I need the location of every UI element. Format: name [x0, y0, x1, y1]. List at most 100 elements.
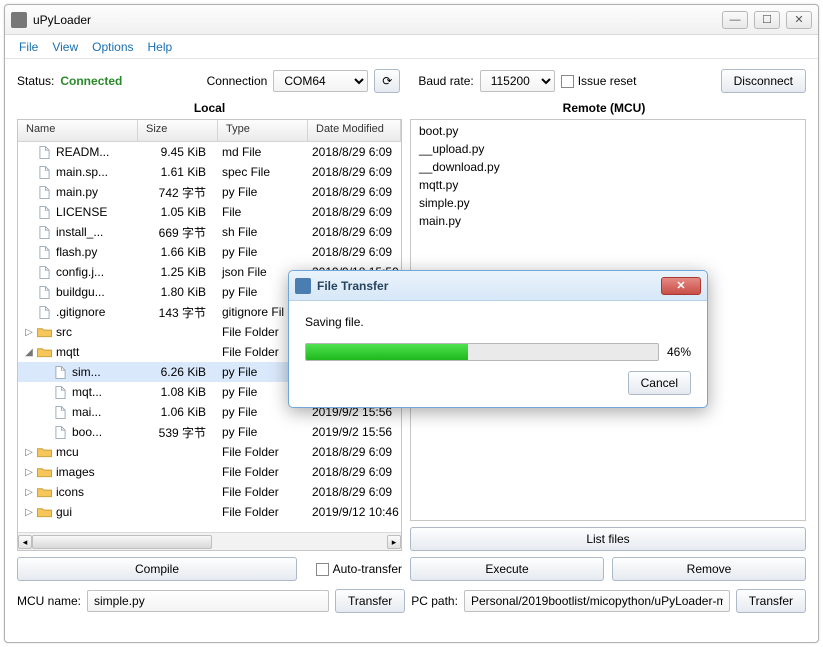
- folder-row[interactable]: ▷iconsFile Folder2018/8/29 6:09: [18, 482, 401, 502]
- expander-icon[interactable]: ▷: [24, 327, 34, 338]
- compile-button[interactable]: Compile: [17, 557, 297, 581]
- file-icon: [52, 385, 68, 399]
- maximize-button[interactable]: ☐: [754, 11, 780, 29]
- col-type[interactable]: Type: [218, 120, 308, 141]
- file-size: 1.06 KiB: [138, 405, 218, 419]
- scroll-left-icon[interactable]: ◂: [18, 535, 32, 549]
- file-type: File Folder: [218, 485, 308, 499]
- remote-file[interactable]: simple.py: [419, 196, 797, 214]
- scroll-thumb[interactable]: [32, 535, 212, 549]
- progress-percent: 46%: [667, 345, 691, 359]
- file-type: File: [218, 205, 308, 219]
- file-size: 742 字节: [138, 184, 218, 201]
- file-date: 2018/8/29 6:09: [308, 465, 401, 479]
- file-name: mai...: [72, 405, 101, 419]
- file-name: gui: [56, 505, 72, 519]
- baud-select[interactable]: 115200: [480, 70, 555, 92]
- col-name[interactable]: Name: [18, 120, 138, 141]
- file-icon: [52, 405, 68, 419]
- folder-row[interactable]: ▷guiFile Folder2019/9/12 10:46: [18, 502, 401, 522]
- menu-help[interactable]: Help: [148, 40, 173, 54]
- expander-icon[interactable]: ◢: [24, 347, 34, 358]
- file-icon: [36, 145, 52, 159]
- bottom-line: MCU name: Transfer PC path: Transfer: [17, 589, 806, 613]
- file-size: 9.45 KiB: [138, 145, 218, 159]
- connection-select[interactable]: COM64: [273, 70, 368, 92]
- pc-path-input[interactable]: [464, 590, 730, 612]
- file-row[interactable]: main.py742 字节py File2018/8/29 6:09: [18, 182, 401, 202]
- expander-icon[interactable]: ▷: [24, 467, 34, 478]
- list-files-button[interactable]: List files: [410, 527, 806, 551]
- file-size: 1.61 KiB: [138, 165, 218, 179]
- file-size: 1.25 KiB: [138, 265, 218, 279]
- file-size: 6.26 KiB: [138, 365, 218, 379]
- refresh-button[interactable]: ⟳: [374, 69, 400, 93]
- remote-file[interactable]: __upload.py: [419, 142, 797, 160]
- file-row[interactable]: boo...539 字节py File2019/9/2 15:56: [18, 422, 401, 442]
- file-icon: [36, 305, 52, 319]
- file-name: sim...: [72, 365, 101, 379]
- folder-row[interactable]: ▷imagesFile Folder2018/8/29 6:09: [18, 462, 401, 482]
- file-date: 2018/8/29 6:09: [308, 185, 401, 199]
- expander-icon[interactable]: ▷: [24, 447, 34, 458]
- cancel-button[interactable]: Cancel: [628, 371, 691, 395]
- file-icon: [52, 365, 68, 379]
- file-row[interactable]: install_...669 字节sh File2018/8/29 6:09: [18, 222, 401, 242]
- dialog-close-button[interactable]: ✕: [661, 277, 701, 295]
- auto-transfer-label: Auto-transfer: [333, 562, 402, 576]
- file-row[interactable]: LICENSE1.05 KiBFile2018/8/29 6:09: [18, 202, 401, 222]
- expander-icon[interactable]: ▷: [24, 487, 34, 498]
- scroll-right-icon[interactable]: ▸: [387, 535, 401, 549]
- file-date: 2018/8/29 6:09: [308, 225, 401, 239]
- file-icon: [36, 265, 52, 279]
- folder-icon: [36, 445, 52, 459]
- dialog-message: Saving file.: [305, 315, 691, 329]
- remote-file[interactable]: mqtt.py: [419, 178, 797, 196]
- file-date: 2018/8/29 6:09: [308, 445, 401, 459]
- file-date: 2019/9/2 15:56: [308, 425, 401, 439]
- file-size: 1.80 KiB: [138, 285, 218, 299]
- file-size: 1.66 KiB: [138, 245, 218, 259]
- disconnect-button[interactable]: Disconnect: [721, 69, 806, 93]
- file-icon: [36, 165, 52, 179]
- col-date[interactable]: Date Modified: [308, 120, 401, 141]
- file-row[interactable]: flash.py1.66 KiBpy File2018/8/29 6:09: [18, 242, 401, 262]
- col-size[interactable]: Size: [138, 120, 218, 141]
- file-type: spec File: [218, 165, 308, 179]
- minimize-button[interactable]: —: [722, 11, 748, 29]
- menu-file[interactable]: File: [19, 40, 38, 54]
- remote-file[interactable]: main.py: [419, 214, 797, 232]
- file-row[interactable]: main.sp...1.61 KiBspec File2018/8/29 6:0…: [18, 162, 401, 182]
- close-button[interactable]: ✕: [786, 11, 812, 29]
- file-row[interactable]: READM...9.45 KiBmd File2018/8/29 6:09: [18, 142, 401, 162]
- window-title: uPyLoader: [33, 13, 91, 27]
- titlebar: uPyLoader — ☐ ✕: [5, 5, 818, 35]
- horizontal-scrollbar[interactable]: ◂ ▸: [18, 532, 401, 550]
- panels-header: Local Remote (MCU): [17, 101, 806, 115]
- folder-icon: [36, 485, 52, 499]
- app-icon: [11, 12, 27, 28]
- file-type: py File: [218, 185, 308, 199]
- menubar: File View Options Help: [5, 35, 818, 59]
- file-icon: [36, 225, 52, 239]
- issue-reset-checkbox[interactable]: Issue reset: [561, 74, 637, 88]
- remove-button[interactable]: Remove: [612, 557, 806, 581]
- file-date: 2018/8/29 6:09: [308, 145, 401, 159]
- menu-view[interactable]: View: [52, 40, 78, 54]
- transfer-to-mcu-button[interactable]: Transfer: [335, 589, 405, 613]
- file-type: py File: [218, 425, 308, 439]
- mcu-name-input[interactable]: [87, 590, 329, 612]
- remote-file[interactable]: __download.py: [419, 160, 797, 178]
- baud-label: Baud rate:: [418, 74, 473, 88]
- progress-bar: [305, 343, 659, 361]
- folder-icon: [36, 465, 52, 479]
- expander-icon[interactable]: ▷: [24, 507, 34, 518]
- folder-row[interactable]: ▷mcuFile Folder2018/8/29 6:09: [18, 442, 401, 462]
- file-name: mqtt: [56, 345, 79, 359]
- auto-transfer-checkbox[interactable]: Auto-transfer: [305, 557, 402, 581]
- execute-button[interactable]: Execute: [410, 557, 604, 581]
- transfer-to-pc-button[interactable]: Transfer: [736, 589, 806, 613]
- folder-icon: [36, 505, 52, 519]
- menu-options[interactable]: Options: [92, 40, 133, 54]
- remote-file[interactable]: boot.py: [419, 124, 797, 142]
